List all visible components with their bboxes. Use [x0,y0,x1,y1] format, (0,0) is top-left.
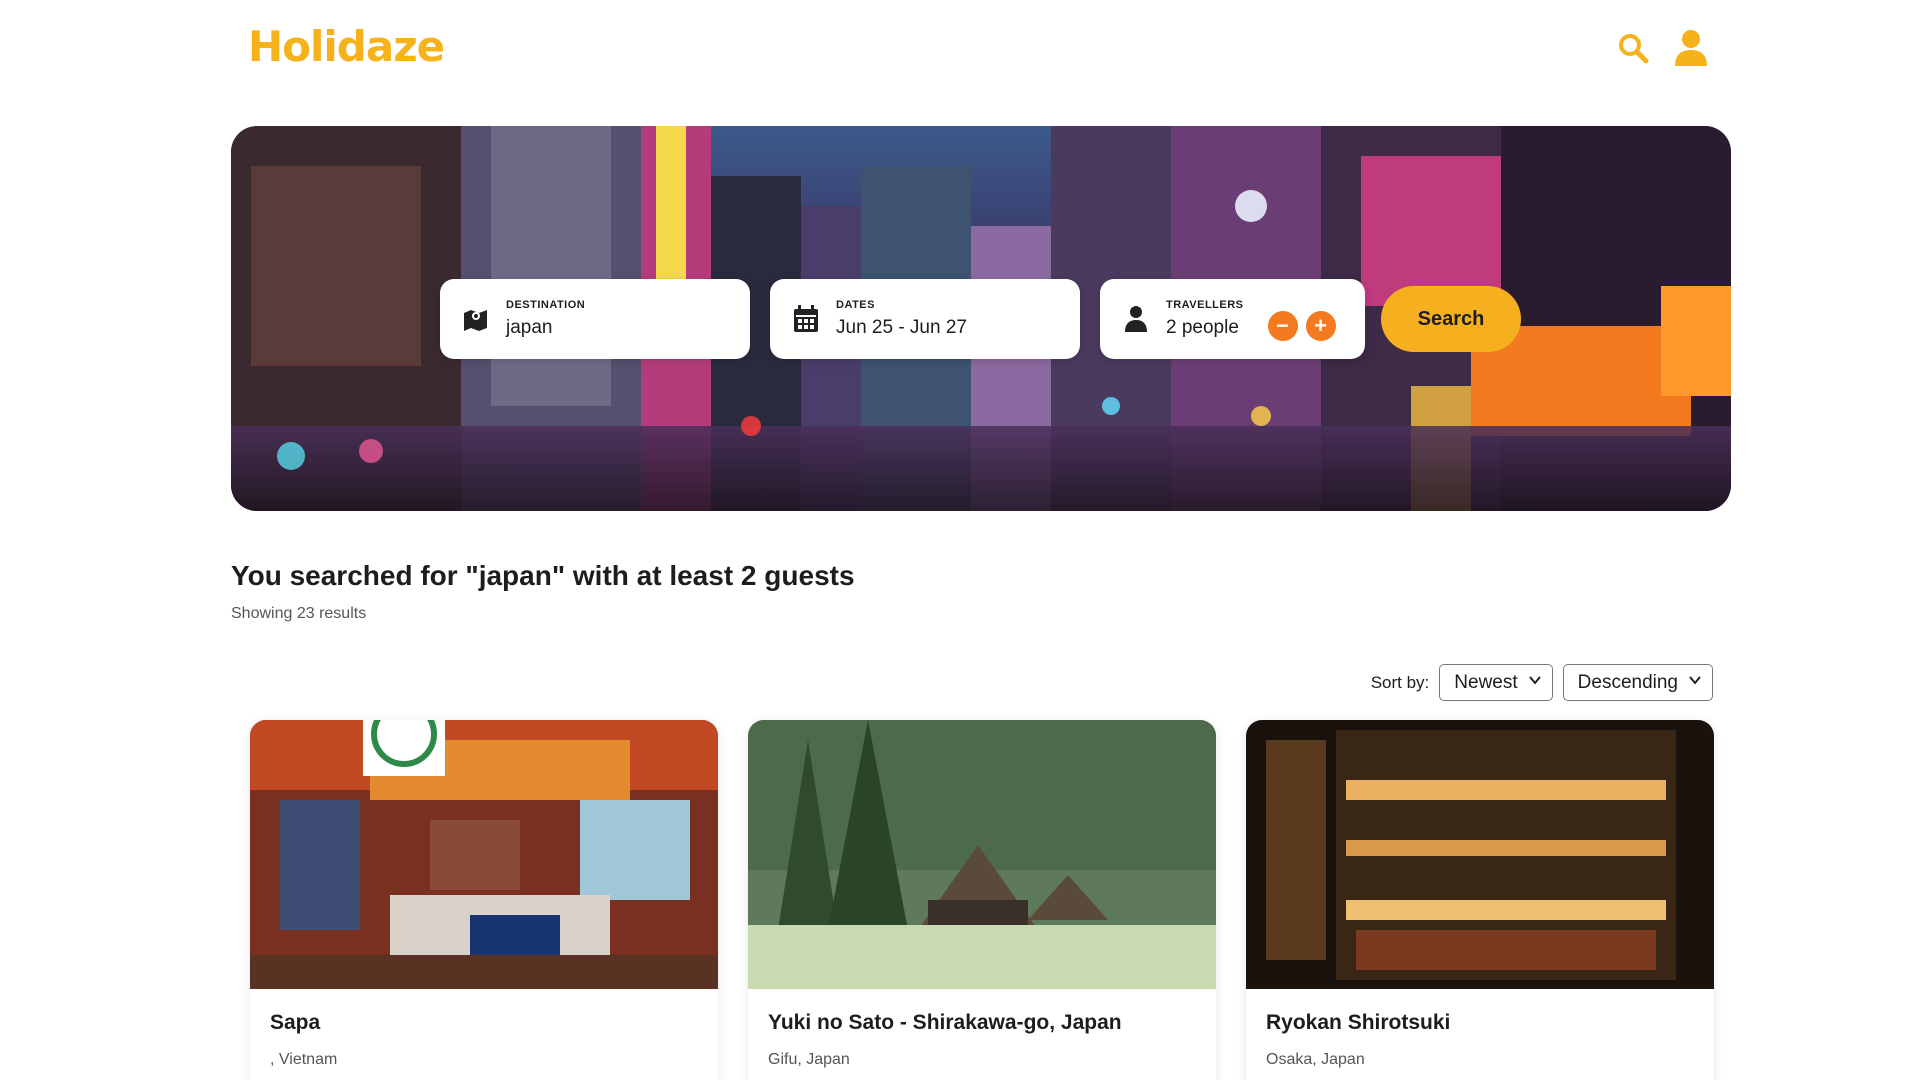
venue-location: Osaka, Japan [1266,1051,1365,1068]
travellers-text: TRAVELLERS 2 people [1166,299,1244,339]
venue-card[interactable]: Ryokan Shirotsuki Osaka, Japan [1246,720,1714,1080]
sort-label: Sort by: [1370,672,1430,692]
destination-field[interactable]: DESTINATION japan [440,279,750,359]
increase-travellers-button[interactable]: + [1305,311,1336,341]
dates-field[interactable]: DATES Jun 25 - Jun 27 [770,279,1080,359]
venue-title[interactable]: Yuki no Sato - Shirakawa-go, Japan [768,1011,1196,1035]
halal-badge [363,720,445,776]
venue-image [250,720,718,989]
decrease-travellers-button[interactable]: − [1267,311,1298,341]
destination-value[interactable]: japan [506,317,585,339]
header-actions [1613,26,1711,70]
search-button[interactable]: Search [1381,286,1521,352]
site-logo[interactable]: Holidaze [248,22,445,71]
venue-details: Yuki no Sato - Shirakawa-go, Japan Gifu,… [748,989,1216,1080]
travellers-value: 2 people [1166,317,1239,338]
venue-location: Gifu, Japan [768,1051,850,1068]
venue-location: , Vietnam [270,1051,338,1068]
hero-banner: DESTINATION japan DATES Jun 25 - Jun 27 [231,126,1731,511]
user-icon[interactable] [1671,26,1711,70]
results-grid: Sapa , Vietnam Yuki no Sato - Shirakawa-… [250,720,1714,1080]
venue-title[interactable]: Ryokan Shirotsuki [1266,1011,1694,1035]
results-count: Showing 23 results [231,605,367,622]
venue-details: Ryokan Shirotsuki Osaka, Japan [1246,989,1714,1080]
sort-order-value: Descending [1577,671,1678,693]
venue-card[interactable]: Yuki no Sato - Shirakawa-go, Japan Gifu,… [748,720,1216,1080]
venue-details: Sapa , Vietnam [250,989,718,1080]
destination-label: DESTINATION [506,299,586,311]
calendar-icon [792,305,820,333]
results-title: You searched for "japan" with at least 2… [231,560,855,591]
person-icon [1122,305,1150,333]
sort-order-select[interactable]: Descending [1562,664,1713,701]
destination-text: DESTINATION japan [506,299,585,339]
venue-card[interactable]: Sapa , Vietnam [250,720,718,1080]
venue-title[interactable]: Sapa [270,1011,698,1035]
sort-controls: Sort by: Newest Descending [1371,664,1713,701]
dates-value[interactable]: Jun 25 - Jun 27 [836,317,967,339]
venue-image [1246,720,1714,989]
sort-field-select[interactable]: Newest [1439,664,1553,701]
travellers-label: TRAVELLERS [1166,299,1244,311]
chevron-down-icon [1528,676,1541,685]
map-icon [462,305,490,333]
venue-image [748,720,1216,989]
dates-label: DATES [836,299,875,311]
site-header: Holidaze [0,0,1928,100]
search-icon[interactable] [1613,26,1653,70]
travellers-field[interactable]: TRAVELLERS 2 people − + [1100,279,1365,359]
chevron-down-icon [1689,676,1701,685]
sort-field-value: Newest [1454,671,1518,693]
dates-text: DATES Jun 25 - Jun 27 [836,299,967,339]
travellers-stepper: − + [1267,311,1336,341]
